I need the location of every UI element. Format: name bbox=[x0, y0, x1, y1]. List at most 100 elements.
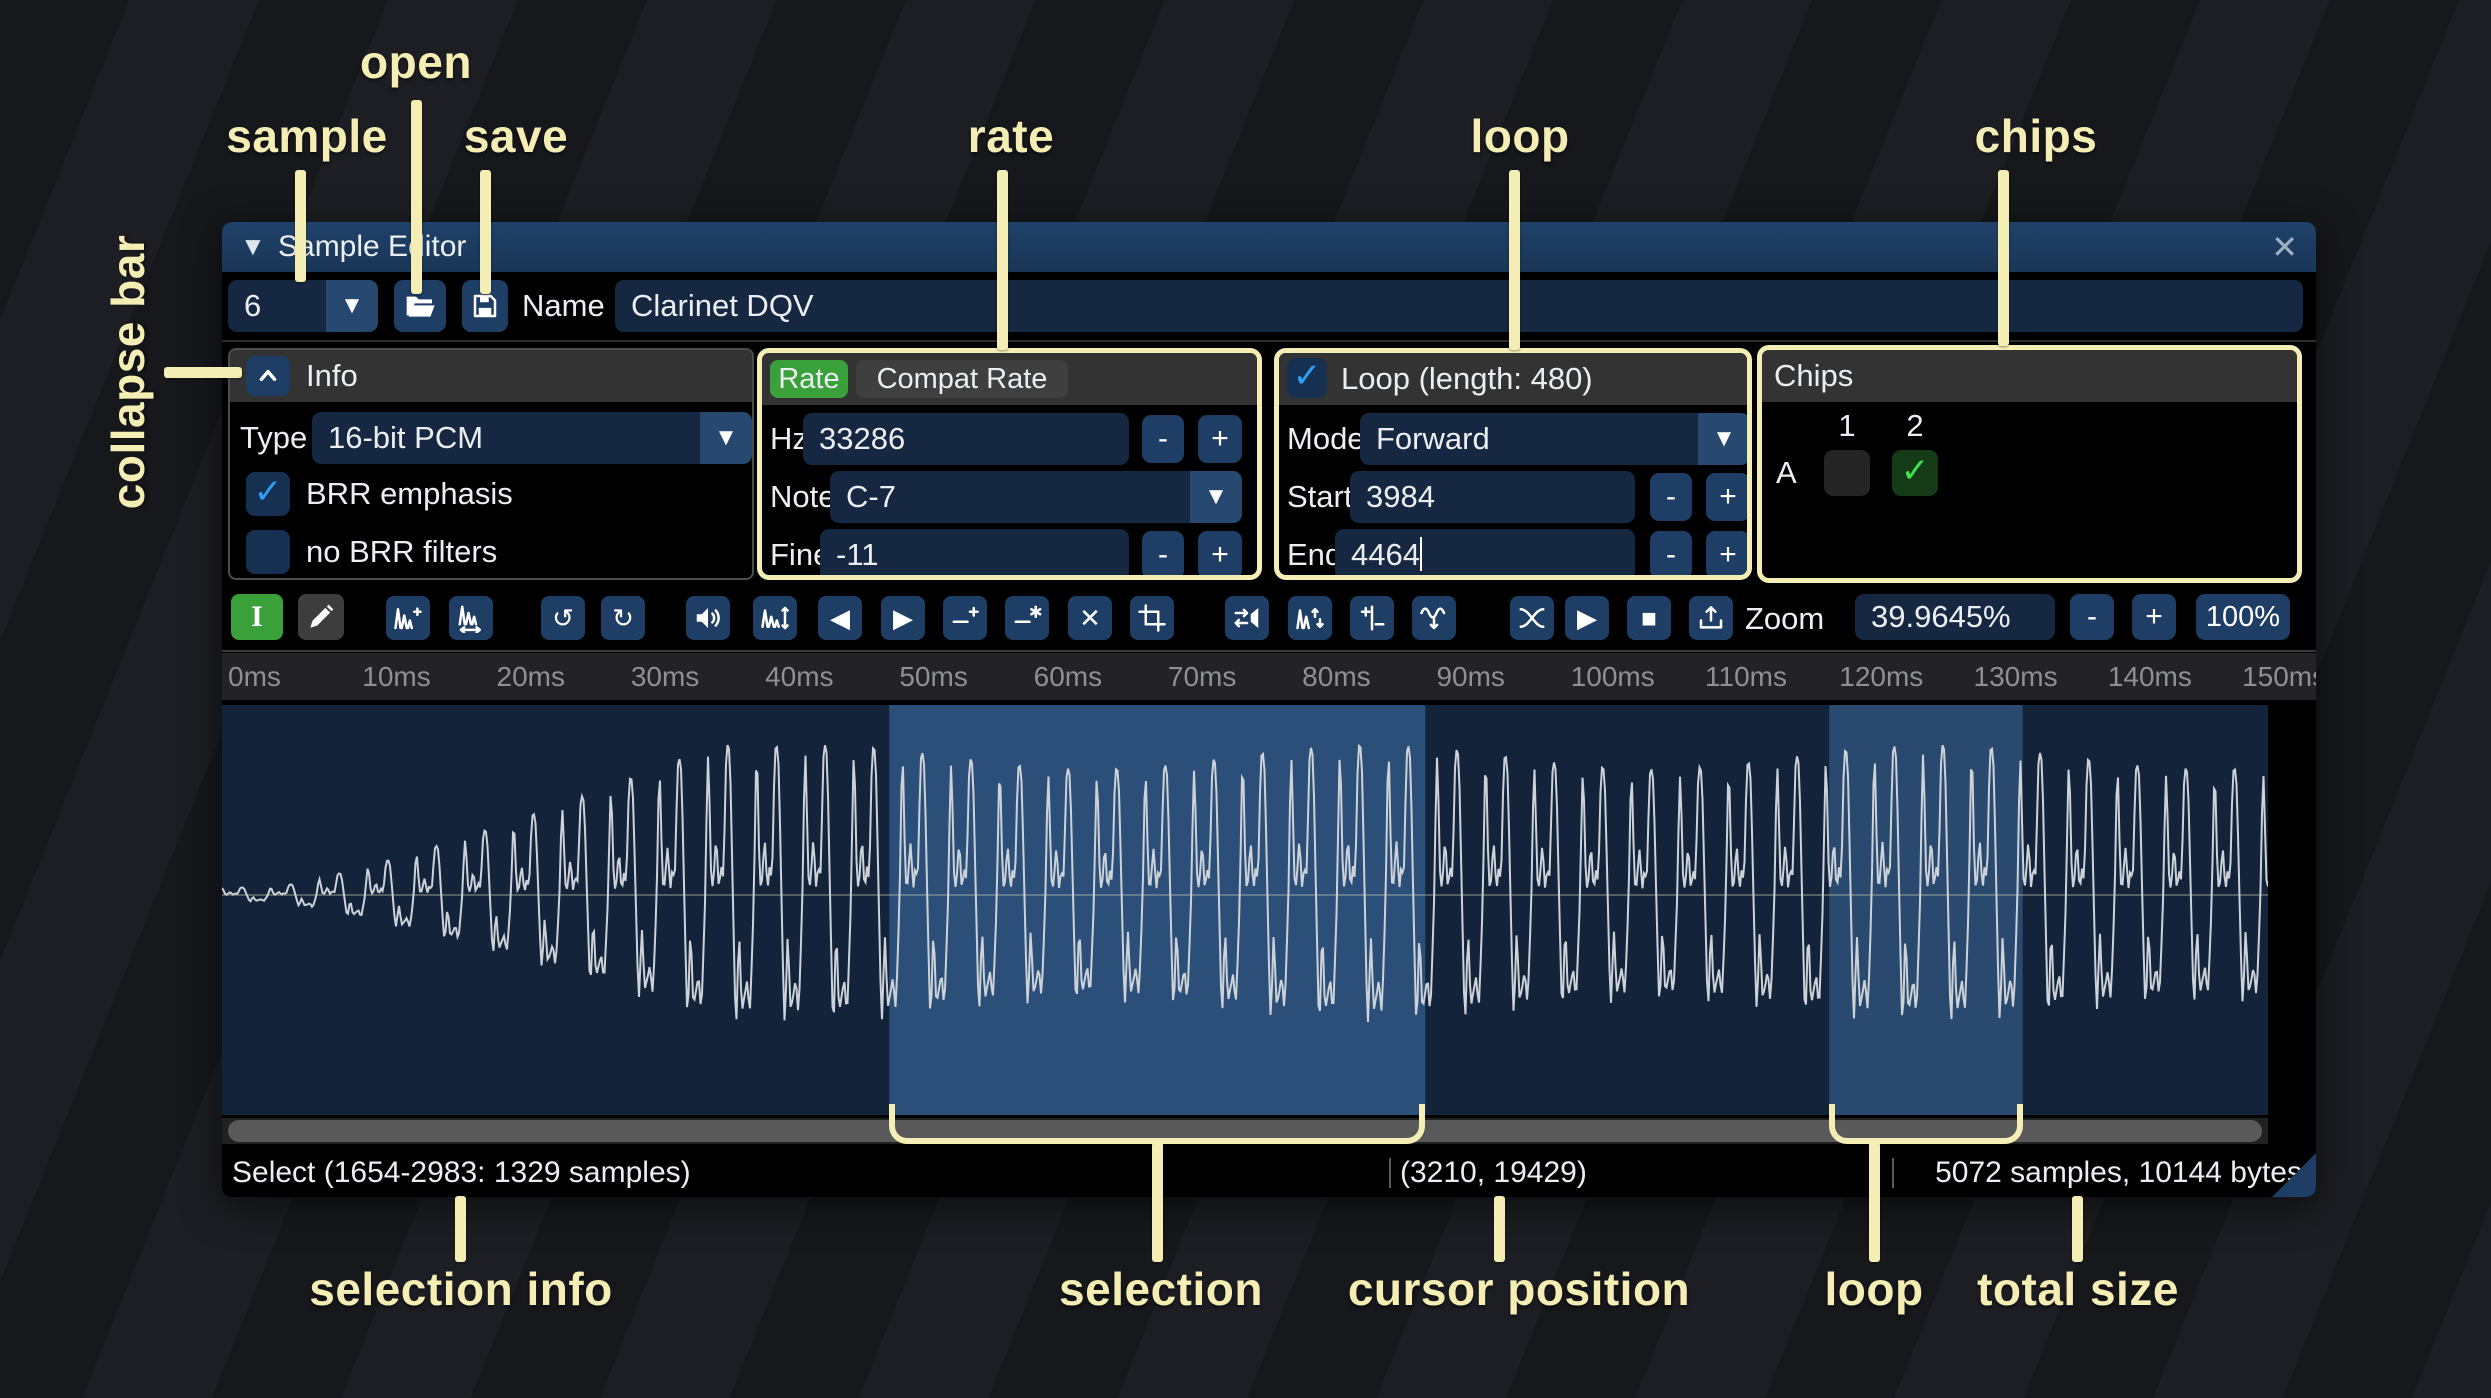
brr-emphasis-checkbox[interactable]: ✓ bbox=[246, 472, 290, 516]
sign-button[interactable] bbox=[1350, 596, 1394, 640]
tab-compat-rate[interactable]: Compat Rate bbox=[856, 360, 1068, 398]
resize-grip[interactable] bbox=[2272, 1153, 2316, 1197]
chevron-down-icon[interactable]: ▼ bbox=[1190, 471, 1242, 523]
draw-mode-button[interactable] bbox=[298, 594, 344, 640]
fade-in-button[interactable]: ◀ bbox=[818, 596, 862, 640]
trim-button[interactable] bbox=[1130, 596, 1174, 640]
crossfade-button[interactable] bbox=[1510, 596, 1554, 640]
timeline-tick: 80ms bbox=[1302, 661, 1371, 692]
type-select[interactable]: 16-bit PCM ▼ bbox=[312, 412, 752, 464]
sample-index-value: 6 bbox=[244, 288, 262, 323]
upload-icon bbox=[1699, 606, 1723, 629]
loop-end-plus-button[interactable]: + bbox=[1706, 531, 1747, 575]
annotation-loop-top: loop bbox=[1470, 110, 1570, 162]
delete-button[interactable]: ✕ bbox=[1068, 596, 1112, 640]
loop-start-input[interactable]: 3984 bbox=[1350, 471, 1635, 523]
annotation-collapse-bar: collapse bar bbox=[102, 234, 154, 510]
chips-column-2: 2 bbox=[1906, 408, 1924, 443]
status-selection-info: Select (1654-2983: 1329 samples) bbox=[232, 1156, 691, 1189]
stop-preview-button[interactable]: ■ bbox=[1627, 596, 1671, 640]
status-separator bbox=[1389, 1158, 1391, 1188]
loop-mode-select[interactable]: Forward ▼ bbox=[1360, 413, 1747, 465]
resample-button[interactable] bbox=[449, 596, 493, 640]
annotation-sample: sample bbox=[226, 110, 388, 162]
collapse-bar-button[interactable] bbox=[246, 356, 290, 396]
annotation-stem-rate bbox=[997, 170, 1008, 350]
fine-minus-button[interactable]: - bbox=[1142, 531, 1184, 575]
annotation-bracket-loop bbox=[1829, 1104, 2023, 1144]
select-mode-button[interactable]: I bbox=[231, 594, 283, 640]
crossfade-icon bbox=[1519, 608, 1545, 628]
invert-button[interactable] bbox=[1288, 596, 1332, 640]
normalize-button[interactable] bbox=[753, 596, 797, 640]
pencil-icon bbox=[310, 604, 334, 628]
type-value: 16-bit PCM bbox=[328, 420, 484, 455]
loop-start-plus-button[interactable]: + bbox=[1706, 473, 1747, 521]
no-brr-filters-checkbox[interactable]: ✓ bbox=[246, 530, 290, 574]
loop-mode-value: Forward bbox=[1376, 421, 1490, 456]
wave-vertical-arrows-icon bbox=[761, 606, 789, 630]
timeline-tick: 60ms bbox=[1033, 661, 1103, 692]
annotation-selection: selection bbox=[1059, 1263, 1263, 1315]
fade-out-button[interactable]: ▶ bbox=[881, 596, 925, 640]
loop-end-input[interactable]: 4464 bbox=[1335, 529, 1635, 575]
resize-button[interactable] bbox=[386, 596, 430, 640]
info-panel-title: Info bbox=[306, 358, 358, 393]
close-icon[interactable]: ✕ bbox=[2271, 222, 2298, 272]
upload-button[interactable] bbox=[1689, 596, 1733, 640]
tab-rate[interactable]: Rate bbox=[770, 360, 848, 398]
annotation-stem-open bbox=[411, 100, 422, 294]
hz-minus-button[interactable]: - bbox=[1142, 415, 1184, 463]
status-total-size: 5072 samples, 10144 bytes bbox=[1935, 1156, 2302, 1189]
note-value: C-7 bbox=[846, 479, 896, 514]
loop-start-minus-button[interactable]: - bbox=[1650, 473, 1692, 521]
loop-panel: ✓ Loop (length: 480) Mode Forward ▼ Star… bbox=[1274, 348, 1752, 580]
no-brr-filters-label: no BRR filters bbox=[306, 534, 498, 569]
check-icon: ✓ bbox=[1292, 357, 1322, 395]
line-plus-icon bbox=[952, 606, 979, 623]
loop-enable-checkbox[interactable]: ✓ bbox=[1287, 357, 1327, 398]
timeline-tick: 110ms bbox=[1705, 661, 1787, 692]
chevron-down-icon[interactable]: ▼ bbox=[1698, 413, 1747, 465]
info-panel: Info Type 16-bit PCM ▼ ✓ BRR emphasis ✓ … bbox=[228, 348, 754, 580]
timeline-ruler[interactable]: 0ms 10ms 20ms 30ms 40ms 50ms 60ms 70ms 80ms 90ms 1… bbox=[222, 653, 2316, 700]
fine-input[interactable]: -11 bbox=[820, 529, 1129, 575]
zoom-reset-button[interactable]: 100% bbox=[2196, 594, 2290, 640]
preview-button[interactable]: ▶ bbox=[1565, 596, 1609, 640]
status-cursor-position: (3210, 19429) bbox=[1400, 1156, 1587, 1189]
filter-wave-icon bbox=[1420, 607, 1446, 630]
window-collapse-icon[interactable]: ▼ bbox=[240, 231, 266, 262]
timeline-tick: 140ms bbox=[2107, 661, 2192, 692]
rate-panel: Rate Compat Rate Hz 33286 - + Note C-7 ▼… bbox=[757, 348, 1262, 580]
chip-1-checkbox[interactable]: ✓ bbox=[1824, 450, 1870, 496]
waveform-canvas[interactable] bbox=[221, 705, 2269, 1115]
hz-plus-button[interactable]: + bbox=[1198, 415, 1242, 463]
insert-silence-button[interactable] bbox=[943, 596, 987, 640]
filter-button[interactable] bbox=[1412, 596, 1456, 640]
zoom-input[interactable]: 39.9645% bbox=[1855, 594, 2055, 640]
timeline-tick: 20ms bbox=[496, 661, 565, 692]
waveform-view[interactable] bbox=[221, 705, 2269, 1115]
chevron-down-icon[interactable]: ▼ bbox=[700, 412, 752, 464]
chip-2-checkbox[interactable]: ✓ bbox=[1892, 450, 1938, 496]
chevron-down-icon[interactable]: ▼ bbox=[326, 280, 378, 332]
annotation-stem-selection-info bbox=[455, 1196, 466, 1262]
speaker-icon bbox=[696, 608, 720, 628]
wave-invert-icon bbox=[1296, 608, 1324, 630]
zoom-in-button[interactable]: + bbox=[2132, 594, 2176, 640]
loop-end-minus-button[interactable]: - bbox=[1650, 531, 1692, 575]
check-icon: ✓ bbox=[1900, 452, 1930, 490]
name-input[interactable]: Clarinet DQV bbox=[615, 280, 2303, 332]
undo-button[interactable]: ↺ bbox=[541, 596, 585, 640]
redo-button[interactable]: ↻ bbox=[601, 596, 645, 640]
sample-index-select[interactable]: 6 ▼ bbox=[228, 280, 378, 332]
apply-silence-button[interactable] bbox=[1005, 596, 1049, 640]
amplify-button[interactable] bbox=[686, 596, 730, 640]
annotation-stem-loop-bracket bbox=[1869, 1142, 1880, 1262]
timeline-tick: 30ms bbox=[630, 661, 700, 692]
reverse-button[interactable] bbox=[1225, 596, 1269, 640]
note-select[interactable]: C-7 ▼ bbox=[830, 471, 1242, 523]
hz-input[interactable]: 33286 bbox=[803, 413, 1129, 465]
fine-plus-button[interactable]: + bbox=[1198, 531, 1242, 575]
zoom-out-button[interactable]: - bbox=[2070, 594, 2114, 640]
